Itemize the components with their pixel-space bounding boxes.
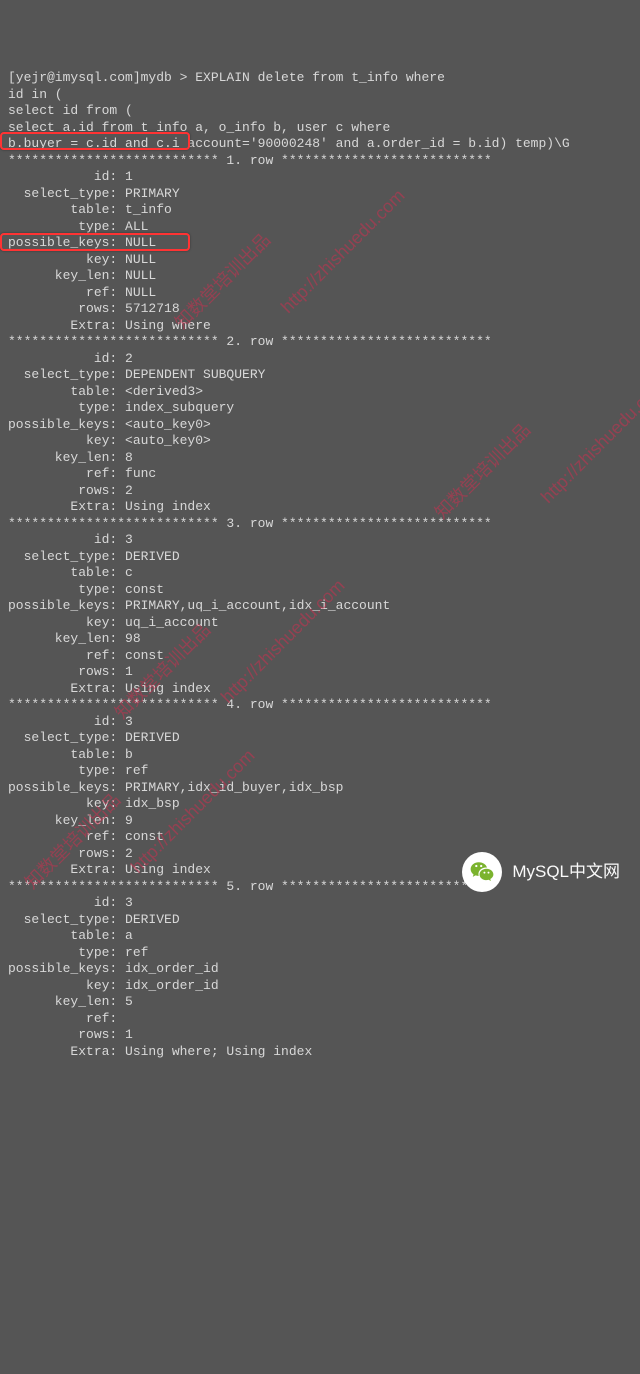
wechat-icon [462, 852, 502, 892]
footer-text: MySQL中文网 [512, 861, 620, 883]
terminal-output: [yejr@imysql.com]mydb > EXPLAIN delete f… [8, 70, 632, 1060]
footer: MySQL中文网 [462, 852, 620, 892]
